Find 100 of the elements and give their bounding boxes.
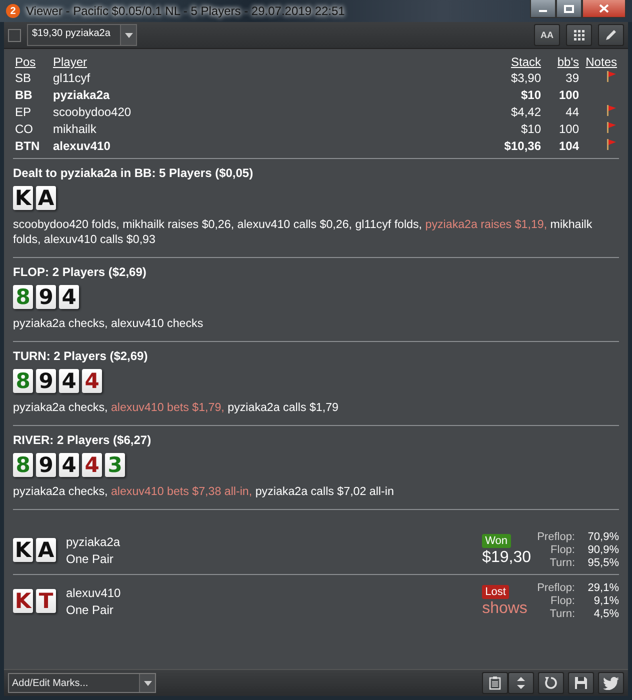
table-cell-text: BB	[14, 86, 34, 103]
dropdown-button[interactable]	[120, 25, 136, 45]
table-cell-text: gl11cyf	[52, 70, 92, 86]
save-icon	[574, 676, 588, 690]
action-text: pyziaka2a checks, alexuv410 checks	[13, 316, 204, 331]
table-cell-text: $10,36	[503, 138, 542, 154]
table-cell-text: 39	[564, 70, 580, 86]
table-cell-text: mikhailk	[52, 120, 98, 137]
refresh-button[interactable]	[538, 672, 564, 694]
app-logo: 2	[6, 4, 20, 18]
equity-value: 29,1%	[586, 582, 619, 594]
equity-value: 4,5%	[592, 608, 619, 620]
player-name: alexuv410	[66, 586, 122, 600]
flag-icon	[605, 138, 617, 150]
playing-card: A	[36, 538, 56, 562]
table-cell-text: 44	[564, 104, 580, 120]
column-header[interactable]: Notes	[581, 55, 619, 69]
street-heading: TURN: 2 Players ($2,69)	[13, 349, 149, 363]
playing-card: 4	[59, 453, 79, 477]
playing-card: A	[36, 186, 56, 210]
result-amount: $19,30	[482, 548, 532, 566]
playing-card: 9	[36, 453, 56, 477]
clipboard-button[interactable]	[482, 672, 508, 694]
refresh-icon	[544, 676, 558, 690]
close-icon	[599, 4, 609, 13]
grid-button[interactable]	[566, 24, 592, 46]
column-header[interactable]: Player	[51, 55, 380, 69]
table-cell-text: 104	[558, 138, 580, 154]
equity-value: 9,1%	[592, 594, 619, 608]
playing-card: K	[13, 589, 33, 613]
equity-label: Flop:	[550, 544, 575, 556]
playing-card: T	[36, 589, 56, 613]
playing-card: 9	[36, 369, 56, 393]
close-button[interactable]	[582, 0, 626, 18]
result-badge: Lost	[482, 584, 509, 598]
playing-card: 8	[13, 369, 33, 393]
equity-label: Turn:	[548, 556, 575, 570]
table-cell-text: alexuv410	[52, 138, 112, 154]
flag-icon	[605, 104, 617, 116]
flag-icon	[605, 121, 617, 133]
hand-rank: One Pair	[66, 552, 114, 566]
action-text: pyziaka2a checks, alexuv410 bets $7,38 all-in, pyziaka2a calls $7,02 all-in	[13, 484, 395, 499]
table-cell-text: $3,90	[510, 70, 542, 86]
column-header[interactable]: bb's	[543, 55, 581, 69]
checkbox[interactable]	[8, 28, 21, 42]
equity-label: Preflop:	[537, 530, 575, 544]
table-cell-text: $10	[520, 120, 542, 137]
bird-icon	[603, 676, 619, 690]
result-amount: shows	[482, 600, 528, 618]
equity-label: Preflop:	[537, 582, 575, 594]
share-button[interactable]	[598, 672, 624, 694]
playing-card: 3	[105, 453, 125, 477]
table-cell-text: pyziaka2a	[52, 86, 111, 103]
playing-card: 8	[13, 453, 33, 477]
equity-label: Flop:	[550, 594, 575, 608]
action-text: scoobydoo420 folds, mikhailk raises $0,26, alexuv410 calls $0,26, gl11cyf folds, pyziaka2a raises $1,19, mikhailk folds, alexuv410 calls $0,93	[13, 217, 594, 247]
save-button[interactable]	[568, 672, 594, 694]
grid-icon	[574, 30, 584, 40]
equity-value: 90,9%	[586, 544, 619, 556]
table-cell-text: 100	[558, 120, 580, 137]
table-cell-text: SB	[14, 70, 32, 86]
up-down-icon	[517, 677, 525, 689]
marks-select[interactable]: Add/Edit Marks...	[8, 673, 156, 693]
equity-value: 70,9%	[586, 530, 619, 544]
caret-icon	[144, 680, 152, 686]
hand-select[interactable]: $19,30 pyziaka2a	[27, 24, 137, 46]
result-badge: Won	[482, 534, 510, 548]
player-name: pyziaka2a	[66, 534, 122, 548]
font-size-button[interactable]: AA	[534, 24, 560, 46]
playing-card: 4	[59, 285, 79, 309]
table-cell-text: CO	[14, 120, 34, 137]
table-cell-text: BTN	[14, 138, 41, 154]
playing-card: K	[13, 186, 33, 210]
table-cell-text: EP	[14, 104, 32, 120]
flag-icon	[605, 70, 617, 82]
window-title: Viewer - Pacific $0.05/0.1 NL - 5 Players - 29.07.2019 22:51	[26, 4, 346, 18]
minimize-button[interactable]	[530, 0, 556, 18]
table-cell-text: scoobydoo420	[52, 104, 132, 120]
street-heading: FLOP: 2 Players ($2,69)	[13, 265, 148, 279]
edit-button[interactable]	[598, 24, 624, 46]
table-cell-text: $4,42	[510, 104, 542, 120]
maximize-icon	[564, 4, 574, 12]
pencil-icon	[604, 28, 618, 42]
action-text: pyziaka2a checks, alexuv410 bets $1,79, pyziaka2a calls $1,79	[13, 400, 340, 415]
hand-rank: One Pair	[66, 602, 114, 616]
sort-button[interactable]	[508, 672, 534, 694]
table-cell-text: $10	[520, 86, 542, 103]
dropdown-button[interactable]	[139, 674, 155, 692]
maximize-button[interactable]	[556, 0, 582, 18]
column-header[interactable]: Stack	[380, 55, 543, 69]
playing-card: K	[13, 538, 33, 562]
equity-label: Turn:	[548, 608, 575, 620]
marks-field[interactable]: Add/Edit Marks...	[9, 674, 139, 692]
playing-card: 4	[82, 369, 102, 393]
playing-card: 8	[13, 285, 33, 309]
clipboard-icon	[489, 676, 501, 690]
table-cell-text: 100	[558, 86, 580, 103]
column-header[interactable]: Pos	[13, 55, 51, 69]
playing-card: 9	[36, 285, 56, 309]
street-heading: Dealt to pyziaka2a in BB: 5 Players ($0,05)	[13, 166, 254, 180]
